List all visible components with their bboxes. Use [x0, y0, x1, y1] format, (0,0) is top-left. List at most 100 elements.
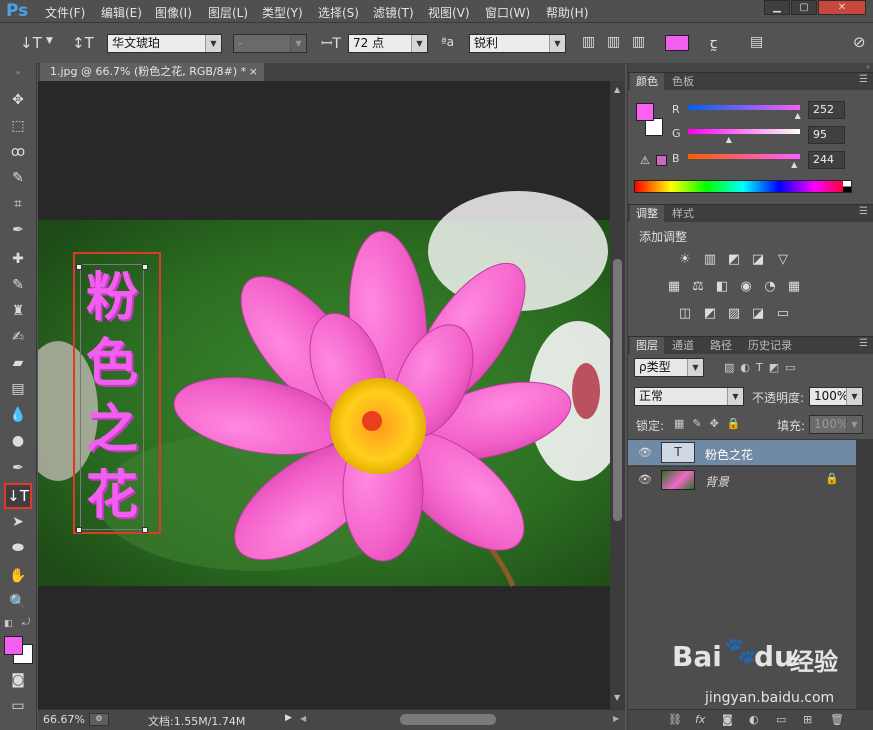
blur-tool-icon[interactable]: 💧	[8, 405, 28, 425]
foreground-color-swatch[interactable]	[4, 636, 23, 655]
scroll-down-icon[interactable]: ▼	[614, 693, 620, 702]
menu-edit[interactable]: 编辑(E)	[101, 4, 142, 21]
close-button[interactable]: ✕	[818, 0, 866, 15]
layer-row-text[interactable]: 👁 T 粉色之花	[628, 440, 856, 465]
zoom-tool-icon[interactable]: 🔍	[8, 592, 28, 612]
status-menu-arrow-icon[interactable]: ▶	[285, 713, 292, 723]
quick-select-tool-icon[interactable]: ✎	[8, 168, 28, 188]
tab-styles[interactable]: 样式	[666, 205, 700, 223]
panel-menu-icon[interactable]: ☰	[859, 338, 868, 349]
tab-layers[interactable]: 图层	[630, 337, 664, 355]
layer-row-background[interactable]: 👁 背景 🔒	[628, 466, 856, 491]
photo-filter-icon[interactable]: ◉	[738, 280, 754, 294]
red-slider[interactable]	[688, 105, 800, 110]
path-select-tool-icon[interactable]: ➤	[8, 512, 28, 532]
menu-file[interactable]: 文件(F)	[45, 4, 85, 21]
menu-image[interactable]: 图像(I)	[155, 4, 192, 21]
vibrance-icon[interactable]: ▽	[775, 253, 791, 267]
invert-icon[interactable]: ◫	[677, 307, 693, 321]
close-tab-icon[interactable]: ×	[249, 63, 258, 81]
screen-mode-icon[interactable]: ▭	[8, 696, 28, 716]
character-panel-icon[interactable]: ▤	[750, 34, 763, 50]
black-white-icon[interactable]: ◧	[714, 280, 730, 294]
new-layer-icon[interactable]: ⊞	[803, 713, 812, 726]
new-group-icon[interactable]: ▭	[776, 713, 786, 726]
brush-tool-icon[interactable]: ✎	[8, 275, 28, 295]
panel-menu-icon[interactable]: ☰	[859, 206, 868, 217]
slider-handle-icon[interactable]: ▲	[795, 111, 801, 120]
layer-style-icon[interactable]: fx	[695, 713, 705, 726]
font-family-select[interactable]: 华文琥珀 ▼	[107, 34, 222, 53]
slider-handle-icon[interactable]: ▲	[726, 135, 732, 144]
align-bottom-icon[interactable]: ▥	[632, 34, 645, 50]
clone-stamp-tool-icon[interactable]: ♜	[8, 301, 28, 321]
ellipse-tool-icon[interactable]: ⬬	[8, 538, 28, 558]
cancel-icon[interactable]: ⊘	[853, 33, 866, 51]
vertical-type-tool-preset-icon[interactable]: ↓T	[20, 34, 42, 52]
visibility-eye-icon[interactable]: 👁	[638, 446, 652, 459]
color-lookup-icon[interactable]: ▦	[786, 280, 802, 294]
vertical-type-tool-icon[interactable]: ↓T	[4, 483, 32, 509]
color-balance-icon[interactable]: ⚖	[690, 280, 706, 294]
blue-slider[interactable]	[688, 154, 800, 159]
font-style-select[interactable]: - ▼	[233, 34, 307, 53]
layer-filter-icons[interactable]: ▨◐T◩▭	[724, 361, 802, 374]
curves-icon[interactable]: ◩	[726, 253, 742, 267]
fill-field[interactable]: 100% ▼	[809, 415, 863, 434]
menu-filter[interactable]: 滤镜(T)	[373, 4, 414, 21]
posterize-icon[interactable]: ◩	[702, 307, 718, 321]
green-value-field[interactable]: 95	[808, 126, 845, 144]
scroll-left-icon[interactable]: ◀	[300, 714, 306, 723]
tab-history[interactable]: 历史记录	[742, 337, 798, 355]
lock-options-icons[interactable]: ▦✎✥🔒	[674, 417, 749, 430]
collapse-handle-icon[interactable]: »	[8, 69, 28, 77]
menu-help[interactable]: 帮助(H)	[546, 4, 588, 21]
layer-name[interactable]: 粉色之花	[705, 446, 753, 463]
tab-paths[interactable]: 路径	[704, 337, 738, 355]
brightness-contrast-icon[interactable]: ☀	[677, 253, 693, 267]
warp-text-icon[interactable]: ꞇ̰	[710, 33, 717, 53]
red-value-field[interactable]: 252	[808, 101, 845, 119]
scroll-up-icon[interactable]: ▲	[614, 85, 620, 94]
hue-saturation-icon[interactable]: ▦	[666, 280, 682, 294]
selective-color-icon[interactable]: ◪	[750, 307, 766, 321]
levels-icon[interactable]: ▥	[702, 253, 718, 267]
align-top-icon[interactable]: ▥	[582, 34, 595, 50]
link-layers-icon[interactable]: ⛓	[668, 713, 682, 726]
marquee-tool-icon[interactable]: ⬚	[8, 116, 28, 136]
slider-handle-icon[interactable]: ▲	[791, 160, 797, 169]
menu-window[interactable]: 窗口(W)	[485, 4, 530, 21]
foreground-color-swatch[interactable]	[636, 103, 654, 121]
horizontal-scroll-thumb[interactable]	[400, 714, 496, 725]
crop-tool-icon[interactable]: ⌗	[8, 194, 28, 214]
swap-colors-icon[interactable]: ⤾	[22, 617, 30, 628]
panel-collapse-handle-icon[interactable]: «	[628, 63, 873, 72]
panel-menu-icon[interactable]: ☰	[859, 74, 868, 85]
new-adjustment-layer-icon[interactable]: ◐	[749, 713, 759, 726]
history-brush-tool-icon[interactable]: ✍	[8, 327, 28, 347]
text-color-swatch[interactable]	[665, 35, 689, 51]
menu-layer[interactable]: 图层(L)	[208, 4, 248, 21]
vertical-scrollbar[interactable]: ▲ ▼	[610, 81, 625, 709]
document-tab[interactable]: 1.jpg @ 66.7% (粉色之花, RGB/8#) * ×	[40, 63, 264, 81]
menu-type[interactable]: 类型(Y)	[262, 4, 303, 21]
eyedropper-tool-icon[interactable]: ✒	[8, 220, 28, 240]
channel-mixer-icon[interactable]: ◔	[762, 280, 778, 294]
menu-select[interactable]: 选择(S)	[318, 4, 359, 21]
gamut-color-swatch[interactable]	[656, 155, 667, 166]
minimize-button[interactable]: ▁	[764, 0, 790, 15]
menu-view[interactable]: 视图(V)	[428, 4, 470, 21]
align-center-icon[interactable]: ▥	[607, 34, 620, 50]
gradient-map-icon[interactable]: ▭	[775, 307, 791, 321]
out-of-gamut-warning-icon[interactable]: ⚠	[640, 154, 650, 167]
vertical-scroll-thumb[interactable]	[613, 259, 622, 521]
vertical-text[interactable]: 粉 色 之 花	[80, 265, 144, 529]
delete-layer-icon[interactable]: 🗑	[830, 713, 844, 726]
toggle-text-orientation-icon[interactable]: ↕T	[72, 34, 94, 52]
zoom-level[interactable]: 66.67%	[43, 713, 85, 726]
visibility-eye-icon[interactable]: 👁	[638, 473, 652, 486]
chevron-down-icon[interactable]: ▼	[46, 36, 53, 46]
blue-value-field[interactable]: 244	[808, 151, 845, 169]
opacity-field[interactable]: 100% ▼	[809, 387, 863, 406]
tab-swatches[interactable]: 色板	[666, 73, 700, 91]
